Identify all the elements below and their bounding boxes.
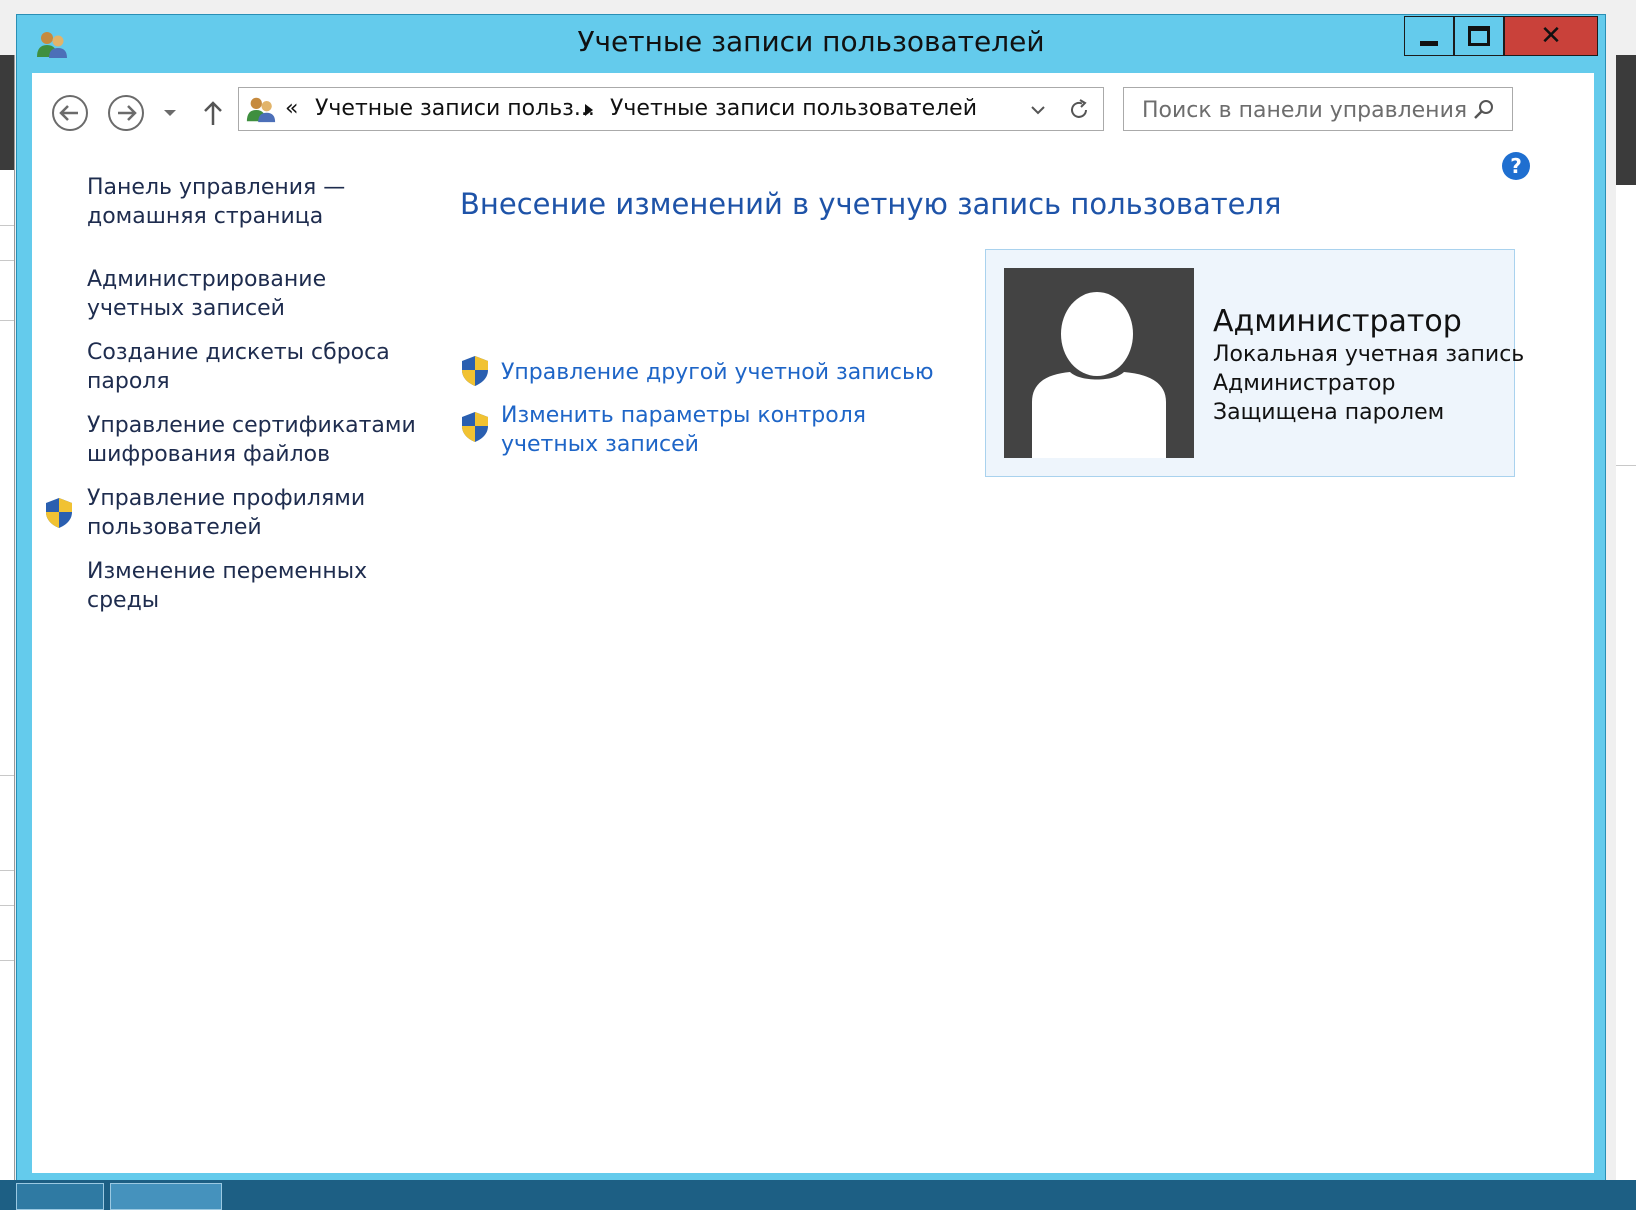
background-window bbox=[0, 55, 15, 1180]
help-icon[interactable]: ? bbox=[1501, 151, 1531, 181]
recent-pages-chevron-icon[interactable] bbox=[158, 93, 182, 133]
search-box[interactable] bbox=[1123, 87, 1513, 132]
taskbar-item-active[interactable] bbox=[110, 1183, 222, 1210]
sidebar-item-encryption-certificates[interactable]: Управление сертификатами шифрования файл… bbox=[87, 411, 417, 469]
back-button[interactable] bbox=[50, 93, 90, 133]
page-title: Внесение изменений в учетную запись поль… bbox=[460, 187, 1282, 221]
user-accounts-window: Учетные записи пользователей ✕ « Учетные… bbox=[16, 14, 1606, 1186]
user-name: Администратор bbox=[1213, 304, 1462, 339]
users-icon bbox=[246, 97, 276, 123]
account-group: Администратор bbox=[1213, 371, 1396, 396]
uac-shield-icon bbox=[462, 412, 488, 442]
breadcrumb-item-current[interactable]: Учетные записи пользователей bbox=[610, 96, 977, 121]
up-arrow-icon[interactable] bbox=[198, 93, 228, 133]
sidebar-item-manage-accounts[interactable]: Администрирование учетных записей bbox=[87, 265, 417, 323]
search-icon[interactable] bbox=[1472, 98, 1496, 122]
window-client-area: « Учетные записи польз... Учетные записи… bbox=[32, 73, 1594, 1173]
close-icon: ✕ bbox=[1540, 21, 1562, 51]
user-silhouette-icon bbox=[1032, 292, 1166, 458]
address-bar[interactable]: « Учетные записи польз... Учетные записи… bbox=[238, 87, 1104, 131]
background-window-right bbox=[1616, 55, 1636, 1180]
search-input[interactable] bbox=[1124, 88, 1484, 132]
close-button[interactable]: ✕ bbox=[1504, 16, 1598, 56]
password-status: Защищена паролем bbox=[1213, 400, 1445, 425]
address-dropdown-chevron-icon[interactable] bbox=[1029, 100, 1047, 120]
sidebar-item-environment-variables[interactable]: Изменение переменных среды bbox=[87, 557, 417, 615]
window-title: Учетные записи пользователей bbox=[577, 25, 1045, 58]
forward-button[interactable] bbox=[106, 93, 146, 133]
breadcrumb-overflow[interactable]: « bbox=[285, 96, 298, 121]
task-link-uac-settings[interactable]: Изменить параметры контроля учетных запи… bbox=[501, 401, 961, 459]
uac-shield-icon bbox=[46, 498, 72, 528]
user-account-card: Администратор Локальная учетная запись А… bbox=[985, 249, 1524, 477]
task-link-manage-another-account[interactable]: Управление другой учетной записью bbox=[501, 358, 961, 387]
minimize-button[interactable] bbox=[1404, 16, 1454, 56]
refresh-icon[interactable] bbox=[1067, 98, 1091, 122]
breadcrumb-separator-icon[interactable] bbox=[583, 103, 595, 117]
taskbar-item[interactable] bbox=[16, 1183, 104, 1210]
sidebar-item-password-reset-disk[interactable]: Создание дискеты сброса пароля bbox=[87, 338, 417, 396]
taskbar bbox=[0, 1180, 1636, 1210]
avatar bbox=[1004, 268, 1194, 458]
minimize-icon bbox=[1420, 40, 1438, 46]
title-bar[interactable]: Учетные записи пользователей ✕ bbox=[17, 15, 1605, 73]
uac-shield-icon bbox=[462, 356, 488, 386]
sidebar-item-control-panel-home[interactable]: Панель управления — домашняя страница bbox=[87, 173, 417, 231]
maximize-button[interactable] bbox=[1454, 16, 1504, 56]
maximize-icon bbox=[1468, 26, 1490, 46]
account-type: Локальная учетная запись bbox=[1213, 342, 1525, 367]
sidebar-item-user-profiles[interactable]: Управление профилями пользователей bbox=[87, 484, 417, 542]
svg-text:?: ? bbox=[1510, 154, 1522, 178]
breadcrumb-item-parent[interactable]: Учетные записи польз... bbox=[315, 96, 595, 121]
